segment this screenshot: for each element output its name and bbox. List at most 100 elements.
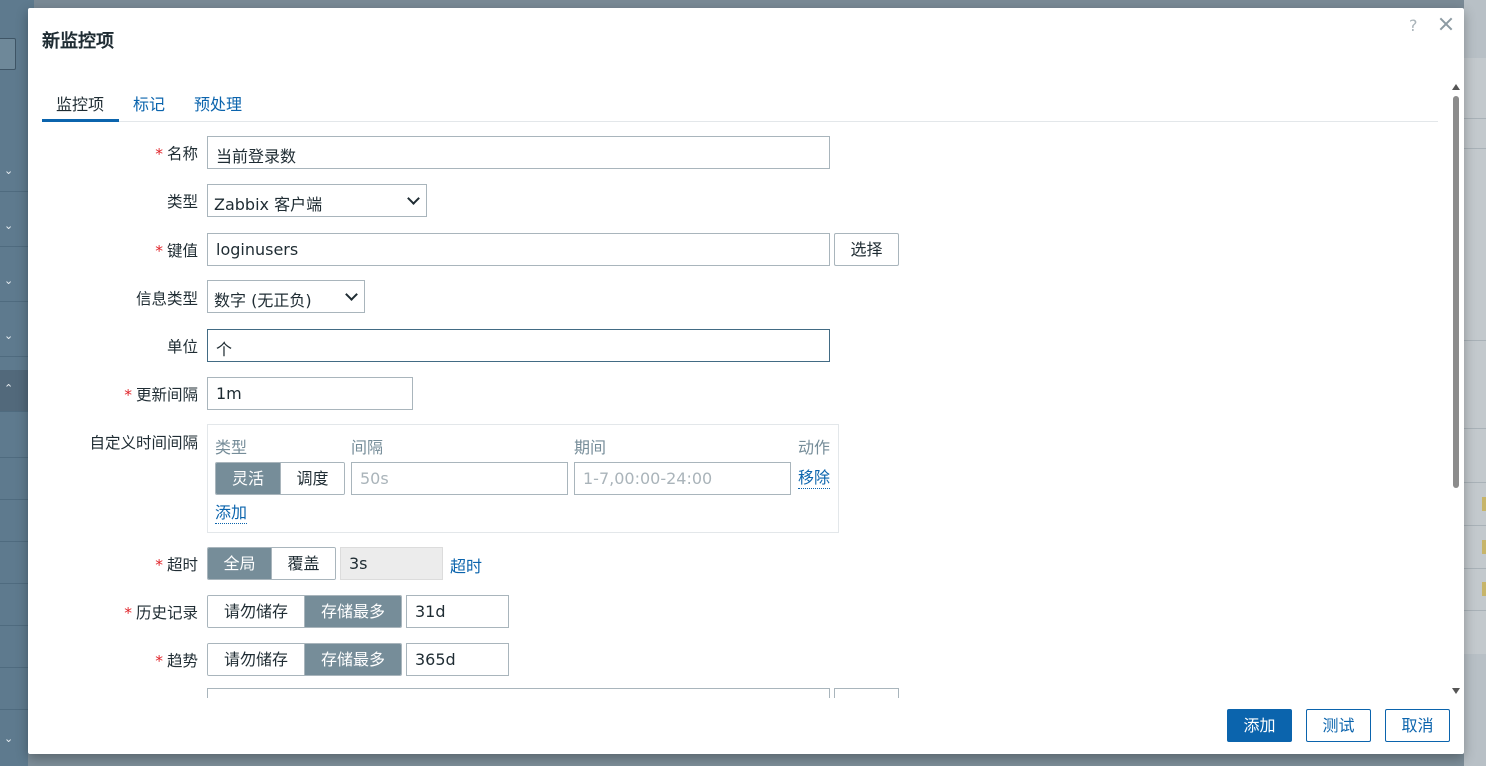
sidebar-subitem[interactable]: [0, 626, 28, 668]
sidebar-subitem[interactable]: [0, 584, 28, 626]
background-bottom: [28, 754, 1464, 766]
type-label: 类型: [166, 193, 198, 211]
cancel-button[interactable]: 取消: [1385, 709, 1450, 742]
chevron-down-icon: ⌄: [4, 164, 14, 177]
flexible-option[interactable]: 灵活: [216, 463, 280, 494]
history-label: * 历史记录: [28, 601, 198, 623]
divider: [1464, 118, 1486, 119]
history-input[interactable]: 31d: [406, 595, 509, 628]
sidebar-subitem[interactable]: [0, 668, 28, 710]
units-input[interactable]: 个: [207, 329, 830, 362]
col-action-header: 动作: [798, 438, 831, 457]
scroll-down-arrow-icon[interactable]: [1452, 688, 1460, 694]
trends-no-store-option[interactable]: 请勿储存: [208, 644, 304, 675]
chevron-up-icon: ⌃: [4, 382, 14, 395]
remove-interval-link[interactable]: 移除: [798, 468, 831, 489]
sidebar-subitem[interactable]: [0, 416, 28, 458]
tab-bar: 监控项 标记 预处理: [42, 84, 1438, 122]
sidebar-section[interactable]: ⌄: [0, 260, 28, 302]
key-select-button[interactable]: 选择: [834, 233, 899, 266]
timeout-value: 3s: [349, 554, 368, 573]
sidebar-section-expanded[interactable]: ⌃: [0, 370, 28, 412]
trends-toggle[interactable]: 请勿储存 存储最多: [207, 643, 402, 676]
required-mark: *: [124, 604, 132, 622]
divider: [1464, 340, 1486, 341]
required-mark: *: [155, 145, 163, 163]
clipped-button: [834, 688, 899, 698]
info-type-select[interactable]: 数字 (无正负): [207, 280, 365, 313]
sidebar-subitem[interactable]: [0, 458, 28, 500]
timeout-label: * 超时: [28, 553, 198, 575]
timeout-toggle[interactable]: 全局 覆盖: [207, 547, 336, 580]
new-item-dialog: 新监控项 ? 监控项 标记 预处理 * 名称 当前登录数 类型 Zabbix 客户…: [28, 8, 1464, 754]
info-type-select-value: 数字 (无正负): [214, 291, 312, 310]
add-button[interactable]: 添加: [1227, 709, 1292, 742]
help-icon[interactable]: ?: [1409, 16, 1418, 35]
scroll-up-arrow-icon[interactable]: [1452, 84, 1460, 90]
sidebar-subitem[interactable]: [0, 542, 28, 584]
sidebar-subitem[interactable]: [0, 500, 28, 542]
history-no-store-option[interactable]: 请勿储存: [208, 596, 304, 627]
sidebar-section[interactable]: ⌄: [0, 315, 28, 357]
sidebar-section[interactable]: ⌄: [0, 718, 28, 760]
timeout-link[interactable]: 超时: [450, 553, 482, 577]
units-label: 单位: [166, 338, 198, 356]
trends-label-text: 趋势: [166, 652, 198, 670]
divider: [1464, 148, 1486, 149]
trends-store-option[interactable]: 存储最多: [304, 644, 401, 675]
required-mark: *: [155, 652, 163, 670]
tab-preprocessing[interactable]: 预处理: [194, 91, 242, 115]
history-toggle[interactable]: 请勿储存 存储最多: [207, 595, 402, 628]
type-select[interactable]: Zabbix 客户端: [207, 184, 427, 217]
timeout-input: 3s: [340, 547, 443, 580]
tab-item[interactable]: 监控项: [56, 91, 104, 115]
col-type-header: 类型: [215, 438, 248, 457]
active-tab-indicator: [42, 119, 119, 122]
scrollbar[interactable]: [1452, 84, 1460, 696]
search-icon[interactable]: [0, 38, 16, 70]
divider: [1464, 525, 1486, 526]
history-store-option[interactable]: 存储最多: [304, 596, 401, 627]
add-interval-link[interactable]: 添加: [215, 503, 248, 524]
key-input[interactable]: loginusers: [207, 233, 830, 266]
trends-input[interactable]: 365d: [406, 643, 509, 676]
key-label-text: 键值: [166, 242, 198, 260]
name-input-value: 当前登录数: [216, 147, 297, 166]
key-input-value: loginusers: [216, 240, 299, 259]
period-input[interactable]: 1-7,00:00-24:00: [574, 462, 791, 495]
name-label-text: 名称: [166, 145, 198, 163]
units-input-value: 个: [216, 340, 233, 359]
chevron-down-icon: ⌄: [4, 329, 14, 342]
divider: [1464, 428, 1486, 429]
timeout-global-option[interactable]: 全局: [208, 548, 271, 579]
type-select-value: Zabbix 客户端: [214, 195, 323, 214]
col-interval-header: 间隔: [351, 438, 384, 457]
interval-input[interactable]: 50s: [351, 462, 568, 495]
required-mark: *: [155, 556, 163, 574]
clipped-input: [207, 688, 830, 698]
history-label-text: 历史记录: [135, 604, 198, 622]
tab-tags[interactable]: 标记: [133, 91, 165, 115]
name-input[interactable]: 当前登录数: [207, 136, 830, 169]
custom-intervals-table: 类型 间隔 期间 动作 灵活 调度 50s 1-7,00:00-24:00 移除…: [207, 424, 839, 533]
col-period-header: 期间: [574, 438, 607, 457]
sidebar-section[interactable]: ⌄: [0, 150, 28, 192]
chevron-down-icon: [345, 288, 358, 301]
scroll-thumb[interactable]: [1453, 96, 1459, 488]
timeout-label-text: 超时: [166, 556, 198, 574]
sidebar-section[interactable]: ⌄: [0, 205, 28, 247]
scheduling-option[interactable]: 调度: [280, 463, 344, 494]
required-mark: *: [124, 386, 132, 404]
history-value: 31d: [415, 602, 446, 621]
update-interval-input[interactable]: 1m: [207, 377, 413, 410]
trends-value: 365d: [415, 650, 456, 669]
divider: [1464, 610, 1486, 611]
timeout-override-option[interactable]: 覆盖: [271, 548, 335, 579]
close-icon[interactable]: [1436, 14, 1456, 34]
status-mark: [1482, 582, 1486, 596]
clipped-next-row: [28, 688, 1438, 698]
chevron-down-icon: ⌄: [4, 219, 14, 232]
interval-type-toggle[interactable]: 灵活 调度: [215, 462, 345, 495]
status-mark: [1482, 540, 1486, 554]
test-button[interactable]: 测试: [1306, 709, 1371, 742]
